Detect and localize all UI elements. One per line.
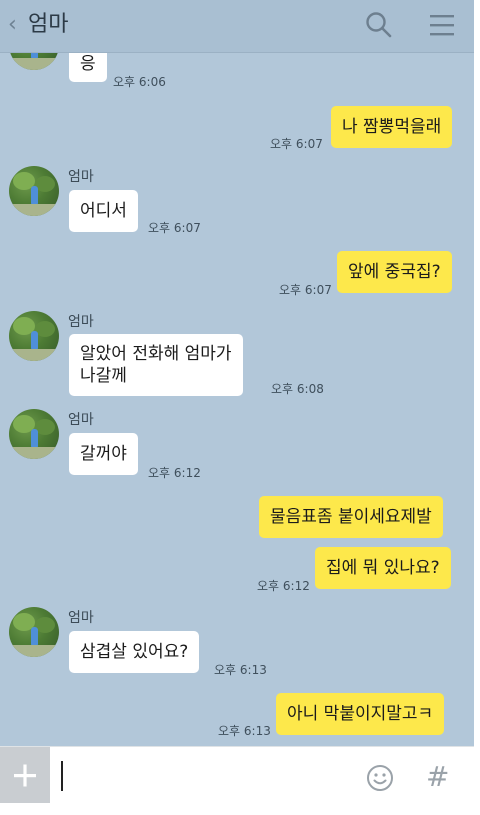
message-time: 오후 6:07: [148, 221, 201, 235]
message-text: 응: [80, 54, 96, 74]
message-list[interactable]: 응 오후 6:06 오후 6:07 나 짬뽕먹을래 엄마 어디서 오후 6:07…: [0, 0, 474, 746]
outgoing-message-bubble[interactable]: 집에 뭐 있나요?: [315, 547, 451, 589]
incoming-message-bubble[interactable]: 갈꺼야: [69, 433, 138, 475]
chat-screen: 응 오후 6:06 오후 6:07 나 짬뽕먹을래 엄마 어디서 오후 6:07…: [0, 0, 474, 803]
message-time: 오후 6:12: [257, 579, 310, 593]
message-time: 오후 6:13: [214, 663, 267, 677]
message-input-bar: [0, 746, 474, 803]
message-text: 삼겹살 있어요?: [80, 642, 189, 662]
message-text-line: 나갈께: [80, 366, 127, 386]
message-text: 어디서: [80, 201, 127, 221]
message-input[interactable]: [50, 747, 354, 803]
message-time: 오후 6:08: [271, 382, 324, 396]
avatar[interactable]: [9, 607, 59, 657]
message-text: 나 짬뽕먹을래: [342, 117, 442, 137]
hashtag-search-button[interactable]: #: [426, 760, 449, 794]
plus-icon: [14, 764, 36, 787]
incoming-message-bubble[interactable]: 알았어 전화해 엄마가 나갈께: [69, 334, 243, 396]
message-text-line: 알았어 전화해 엄마가: [80, 344, 232, 364]
text-cursor: [61, 761, 63, 791]
avatar[interactable]: [9, 409, 59, 459]
message-time: 오후 6:07: [279, 283, 332, 297]
chat-title: 엄마: [28, 12, 69, 37]
message-text: 아니 막붙이지말고ㅋ: [287, 704, 434, 724]
search-icon[interactable]: [364, 10, 394, 40]
message-text: 앞에 중국집?: [348, 262, 441, 282]
outgoing-message-bubble[interactable]: 나 짬뽕먹을래: [331, 106, 453, 148]
chat-header: ‹ 엄마: [0, 0, 474, 53]
message-time: 오후 6:13: [218, 724, 271, 738]
outgoing-message-bubble[interactable]: 앞에 중국집?: [337, 251, 452, 293]
avatar[interactable]: [9, 311, 59, 361]
chevron-left-icon[interactable]: ‹: [8, 12, 17, 38]
sender-name: 엄마: [68, 610, 94, 626]
message-time: 오후 6:07: [270, 137, 323, 151]
message-time: 오후 6:12: [148, 466, 201, 480]
message-text: 집에 뭐 있나요?: [326, 558, 440, 578]
bottom-margin: [0, 803, 480, 815]
sender-name: 엄마: [68, 314, 94, 330]
outgoing-message-bubble[interactable]: 물음표좀 붙이세요제발: [259, 496, 443, 538]
attach-button[interactable]: [0, 747, 50, 803]
outgoing-message-bubble[interactable]: 아니 막붙이지말고ㅋ: [276, 693, 445, 735]
sender-name: 엄마: [68, 169, 94, 185]
smiley-icon[interactable]: [366, 764, 394, 792]
avatar[interactable]: [9, 166, 59, 216]
message-time: 오후 6:06: [113, 75, 166, 89]
hamburger-menu-icon[interactable]: [428, 12, 456, 38]
message-text: 갈꺼야: [80, 444, 127, 464]
incoming-message-bubble[interactable]: 어디서: [69, 190, 138, 232]
incoming-message-bubble[interactable]: 삼겹살 있어요?: [69, 631, 200, 673]
sender-name: 엄마: [68, 412, 94, 428]
message-text: 물음표좀 붙이세요제발: [270, 507, 432, 527]
